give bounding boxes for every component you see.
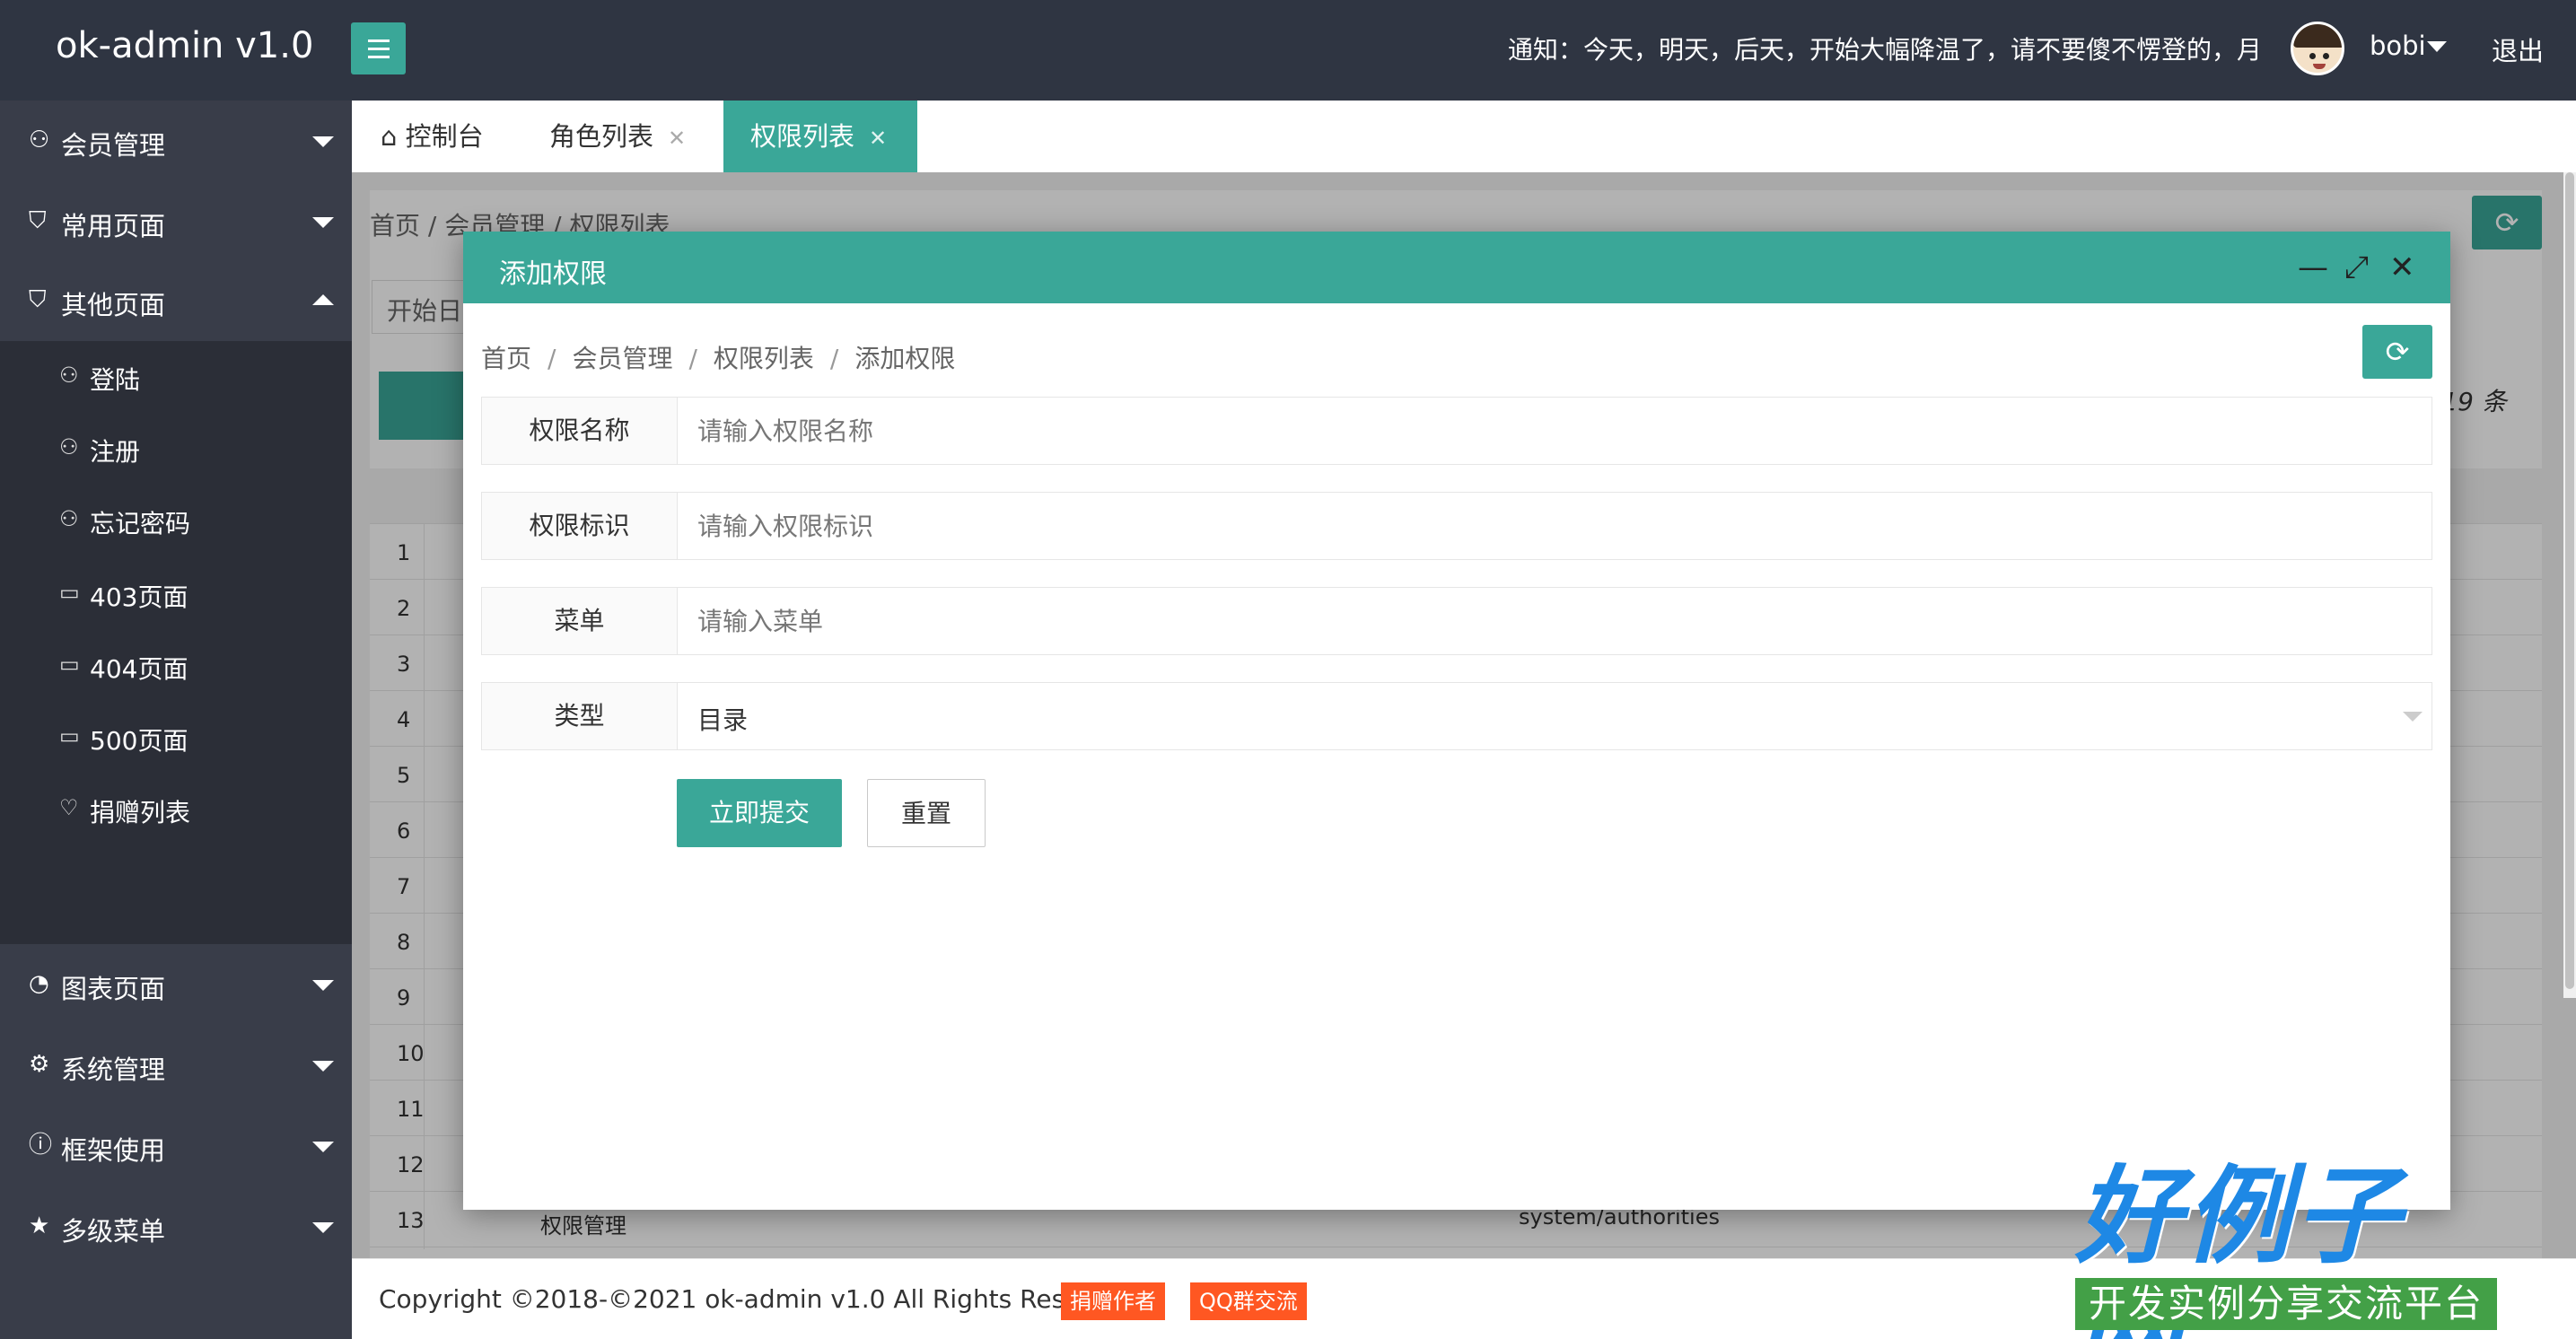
add-permission-dialog: 添加权限 — ⤢ ✕ 首页/会员管理/权限列表/添加权限 ⟳ 权限名称 权限标识…	[463, 232, 2450, 1210]
caret-down-icon	[312, 1222, 334, 1233]
qq-group-badge[interactable]: QQ群交流	[1190, 1282, 1307, 1320]
submit-button[interactable]: 立即提交	[677, 779, 842, 847]
permission-name-row: 权限名称	[481, 397, 2432, 465]
caret-down-icon	[312, 1142, 334, 1152]
caret-up-icon	[312, 294, 334, 305]
user-icon: ⚇	[29, 127, 50, 153]
watermark-logo: 好例子网 开发实例分享交流平台	[2075, 1158, 2497, 1339]
caret-down-icon	[312, 136, 334, 147]
type-select[interactable]: 目录	[697, 701, 748, 737]
close-icon[interactable]: ✕	[2389, 249, 2415, 285]
tab-dashboard[interactable]: ⌂ 控制台	[381, 101, 484, 172]
caret-down-icon[interactable]	[2427, 41, 2447, 52]
tab-permission-list[interactable]: 权限列表 ✕	[723, 101, 917, 172]
page-scrollbar[interactable]	[2563, 172, 2576, 998]
user-icon: ⚇	[59, 434, 79, 459]
permission-key-row: 权限标识	[481, 492, 2432, 560]
tab-bar: ⌂ 控制台 角色列表 ✕ 权限列表 ✕	[352, 101, 2576, 172]
dialog-breadcrumb: 首页 / 会员管理 / 权限列表 / 添加权限	[481, 344, 956, 373]
sidebar-subitem-register[interactable]: ⚇ 注册	[0, 413, 352, 485]
top-header: ok-admin v1.0 通知：今天，明天，后天，开始大幅降温了，请不要傻不愣…	[0, 0, 2576, 101]
sidebar-subitem-login[interactable]: ⚇ 登陆	[0, 341, 352, 413]
maximize-icon[interactable]: ⤢	[2344, 249, 2369, 285]
close-icon[interactable]: ✕	[869, 126, 887, 151]
minimize-icon[interactable]: —	[2298, 249, 2328, 285]
error-page-icon: ▭	[59, 580, 80, 605]
chart-icon: ◔	[29, 970, 49, 997]
caret-down-icon	[312, 1061, 334, 1072]
sidebar-subitem-403[interactable]: ▭ 403页面	[0, 558, 352, 630]
sidebar: ⚇ 会员管理 ⛉ 常用页面 ⛉ 其他页面 ⚇ 登陆 ⚇ 注册 ⚇ 忘记密码 ▭ …	[0, 101, 352, 1339]
sidebar-item-framework[interactable]: ⓘ 框架使用	[0, 1106, 352, 1186]
copyright-text: Copyright ©2018-©2021 ok-admin v1.0 All …	[379, 1284, 1137, 1314]
shield-icon: ⛉	[29, 207, 47, 234]
chevron-down-icon[interactable]	[2403, 712, 2423, 722]
sidebar-item-multilevel[interactable]: ★ 多级菜单	[0, 1186, 352, 1267]
close-icon[interactable]: ✕	[668, 126, 686, 151]
type-label: 类型	[482, 683, 678, 749]
sidebar-item-common-pages[interactable]: ⛉ 常用页面	[0, 181, 352, 262]
sidebar-item-system[interactable]: ⚙ 系统管理	[0, 1025, 352, 1106]
home-icon: ⌂	[381, 121, 398, 152]
logout-link[interactable]: 退出	[2492, 31, 2544, 68]
sidebar-subitem-forgot-password[interactable]: ⚇ 忘记密码	[0, 485, 352, 556]
sidebar-item-members[interactable]: ⚇ 会员管理	[0, 101, 352, 181]
permission-name-input[interactable]	[678, 398, 2431, 464]
error-page-icon: ▭	[59, 723, 80, 748]
caret-down-icon	[312, 217, 334, 228]
sidebar-item-charts[interactable]: ◔ 图表页面	[0, 944, 352, 1025]
menu-input[interactable]	[678, 588, 2431, 654]
gear-icon: ⚙	[29, 1051, 50, 1078]
username-dropdown[interactable]: bobi	[2370, 31, 2426, 61]
sidebar-subitem-404[interactable]: ▭ 404页面	[0, 630, 352, 702]
refresh-button[interactable]: ⟳	[2362, 325, 2432, 379]
shield-icon: ⛉	[29, 286, 47, 313]
menu-toggle-button[interactable]	[351, 22, 406, 74]
user-icon: ⚇	[59, 506, 79, 531]
donate-badge[interactable]: 捐赠作者	[1061, 1282, 1165, 1320]
dialog-title: 添加权限	[499, 258, 607, 290]
type-row[interactable]: 类型 目录	[481, 682, 2432, 750]
user-icon: ⚇	[59, 363, 79, 388]
sidebar-subitem-500[interactable]: ▭ 500页面	[0, 702, 352, 774]
notice-marquee: 通知：今天，明天，后天，开始大幅降温了，请不要傻不愣登的，月	[1508, 35, 2262, 65]
permission-key-input[interactable]	[678, 493, 2431, 559]
avatar[interactable]	[2291, 22, 2344, 75]
caret-down-icon	[312, 980, 334, 991]
refresh-icon: ⟳	[2385, 335, 2410, 369]
star-icon: ★	[29, 1212, 50, 1239]
dialog-header: 添加权限 — ⤢ ✕	[463, 232, 2450, 303]
tab-role-list[interactable]: 角色列表 ✕	[549, 101, 686, 172]
app-logo[interactable]: ok-admin v1.0	[56, 25, 313, 66]
hamburger-icon	[367, 39, 390, 42]
menu-label: 菜单	[482, 588, 678, 654]
permission-key-label: 权限标识	[482, 493, 678, 559]
sidebar-subitem-donations[interactable]: ♡ 捐赠列表	[0, 774, 352, 845]
reset-button[interactable]: 重置	[867, 779, 986, 847]
error-page-icon: ▭	[59, 652, 80, 677]
info-icon: ⓘ	[29, 1132, 53, 1159]
permission-name-label: 权限名称	[482, 398, 678, 464]
sidebar-submenu: ⚇ 登陆 ⚇ 注册 ⚇ 忘记密码 ▭ 403页面 ▭ 404页面 ▭ 500页面…	[0, 341, 352, 944]
heart-icon: ♡	[59, 795, 79, 820]
sidebar-item-other-pages[interactable]: ⛉ 其他页面	[0, 260, 352, 341]
menu-row: 菜单	[481, 587, 2432, 655]
